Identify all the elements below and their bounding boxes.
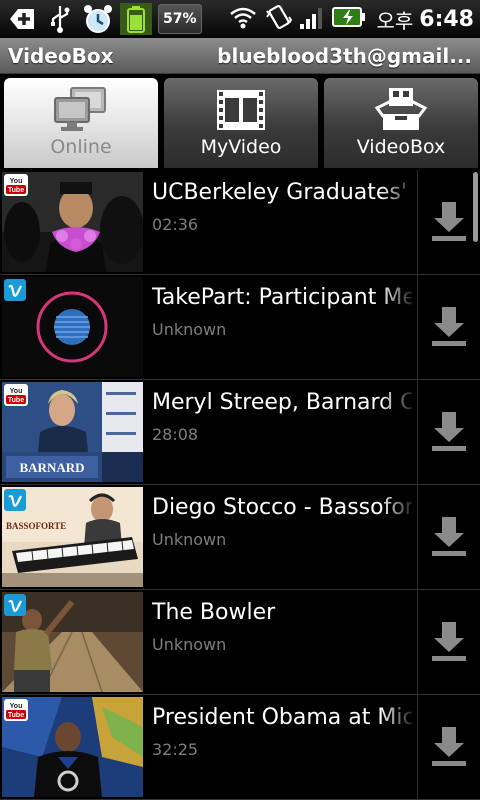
video-duration: 02:36: [152, 215, 199, 234]
list-item[interactable]: BARNARD You Tube Meryl Streep, Barnard C…: [0, 380, 480, 485]
battery-percent-chip: 57%: [158, 4, 202, 34]
wifi-icon: [228, 4, 258, 34]
youtube-badge-icon: You Tube: [4, 384, 28, 406]
youtube-badge-icon: You Tube: [4, 699, 28, 721]
video-thumbnail: BARNARD You Tube: [2, 382, 143, 482]
svg-text:You: You: [10, 703, 23, 710]
monitors-icon: [54, 87, 106, 131]
youtube-badge-icon: You Tube: [4, 174, 28, 196]
download-icon[interactable]: [430, 725, 468, 767]
vimeo-badge-icon: [4, 594, 26, 616]
video-thumbnail: You Tube: [2, 697, 143, 797]
divider: [417, 485, 418, 589]
divider: [417, 590, 418, 694]
download-icon[interactable]: [430, 620, 468, 662]
status-bar: 57% 오후 6:48: [0, 0, 480, 38]
video-duration: Unknown: [152, 635, 227, 654]
clock: 6:48: [419, 6, 474, 32]
list-item[interactable]: BASSOFORTE Diego Stocco - Bassoforte Unk…: [0, 485, 480, 590]
tab-videobox[interactable]: VideoBox: [324, 78, 478, 168]
svg-text:Tube: Tube: [8, 187, 24, 194]
signal-icon: [298, 4, 326, 34]
video-duration: Unknown: [152, 530, 227, 549]
download-icon[interactable]: [430, 200, 468, 242]
title-bar: VideoBox blueblood3th@gmail...: [0, 38, 480, 74]
divider: [417, 275, 418, 379]
film-icon: [217, 90, 265, 130]
video-title: TakePart: Participant Media: [152, 285, 412, 310]
list-item[interactable]: TakePart: Participant Media Unknown: [0, 275, 480, 380]
download-icon[interactable]: [430, 410, 468, 452]
video-thumbnail: BASSOFORTE: [2, 487, 143, 587]
vimeo-badge-icon: [4, 489, 26, 511]
video-thumbnail: [2, 592, 143, 692]
add-icon: [6, 3, 38, 35]
video-thumbnail: [2, 277, 143, 377]
tab-myvideo[interactable]: MyVideo: [164, 78, 318, 168]
vibrate-icon: [264, 3, 293, 35]
svg-text:You: You: [10, 388, 23, 395]
divider: [417, 695, 418, 799]
vimeo-badge-icon: [4, 279, 26, 301]
svg-text:Tube: Tube: [8, 712, 24, 719]
svg-text:Tube: Tube: [8, 397, 24, 404]
tab-online[interactable]: Online: [4, 78, 158, 168]
video-duration: 32:25: [152, 740, 199, 759]
alarm-icon: [82, 3, 114, 35]
download-icon[interactable]: [430, 515, 468, 557]
tab-online-label: Online: [50, 136, 112, 158]
download-icon[interactable]: [430, 305, 468, 347]
video-duration: 28:08: [152, 425, 199, 444]
svg-text:You: You: [10, 178, 23, 185]
barnard-podium-text: BARNARD: [20, 460, 85, 475]
divider: [417, 380, 418, 484]
tab-videobox-label: VideoBox: [356, 136, 446, 158]
video-title: Diego Stocco - Bassoforte: [152, 495, 412, 520]
am-pm-label: 오후: [376, 8, 414, 33]
video-title: President Obama at Michigan: [152, 705, 412, 730]
app-title: VideoBox: [8, 43, 114, 68]
scrollbar[interactable]: [473, 172, 478, 242]
videobox-icon: [374, 88, 428, 130]
bassoforte-text: BASSOFORTE: [6, 521, 66, 531]
battery-percent-text: 57%: [163, 11, 197, 27]
tab-bar: Online MyVideo VideoBox: [0, 74, 480, 168]
video-duration: Unknown: [152, 320, 227, 339]
tab-myvideo-label: MyVideo: [200, 136, 282, 158]
divider: [417, 170, 418, 274]
usb-icon: [44, 3, 76, 35]
video-title: UCBerkeley Graduates' Tea: [152, 180, 412, 205]
battery-charging-icon: [332, 6, 366, 32]
video-list[interactable]: You Tube UCBerkeley Graduates' Tea 02:36: [0, 170, 480, 800]
account-label: blueblood3th@gmail...: [217, 43, 472, 68]
list-item[interactable]: You Tube UCBerkeley Graduates' Tea 02:36: [0, 170, 480, 275]
list-item[interactable]: The Bowler Unknown: [0, 590, 480, 695]
list-item[interactable]: You Tube President Obama at Michigan 32:…: [0, 695, 480, 800]
video-thumbnail: You Tube: [2, 172, 143, 272]
video-title: The Bowler: [152, 600, 276, 625]
video-title: Meryl Streep, Barnard Commencement: [152, 390, 412, 415]
battery-app-icon: [120, 3, 152, 35]
